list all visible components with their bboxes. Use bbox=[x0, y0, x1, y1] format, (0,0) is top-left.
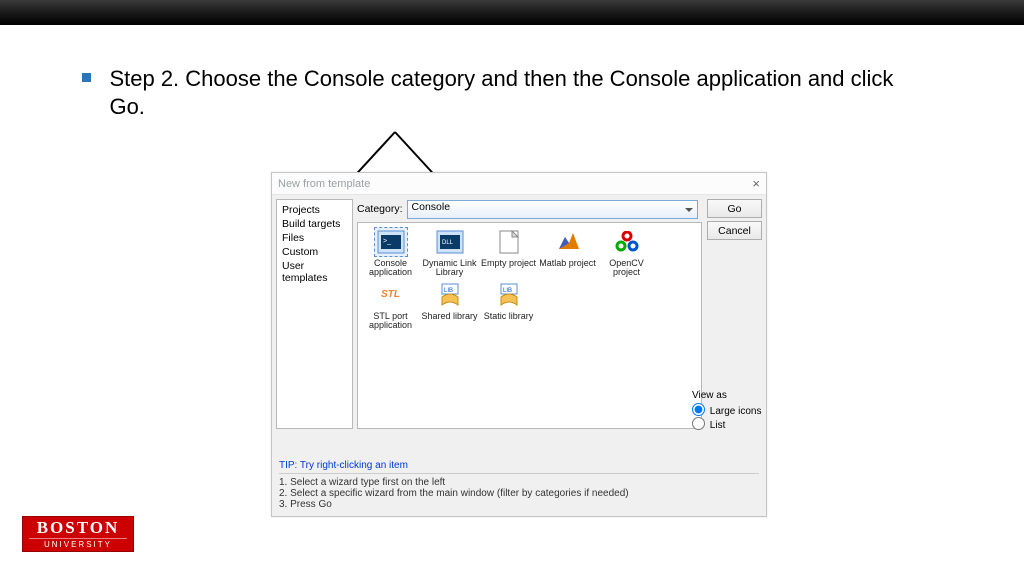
sidebar-item-projects[interactable]: Projects bbox=[282, 203, 347, 217]
stl-icon: STL bbox=[374, 280, 408, 310]
sidebar-item-build-targets[interactable]: Build targets bbox=[282, 217, 347, 231]
dialog-footer: TIP: Try right-clicking an item 1. Selec… bbox=[279, 460, 759, 510]
svg-text:>_: >_ bbox=[383, 238, 391, 245]
svg-text:LIB: LIB bbox=[503, 288, 512, 294]
template-lib-7[interactable]: LIB Static library bbox=[480, 280, 537, 331]
matlab-icon bbox=[551, 227, 585, 257]
footer-step-3: 3. Press Go bbox=[279, 499, 759, 510]
template-label: Shared library bbox=[421, 312, 478, 321]
empty-icon bbox=[492, 227, 526, 257]
template-label: OpenCV project bbox=[598, 259, 655, 278]
wizard-sidebar: Projects Build targets Files Custom User… bbox=[276, 199, 353, 429]
logo-line2: UNIVERSITY bbox=[29, 538, 127, 549]
dll-icon: DLL bbox=[433, 227, 467, 257]
template-label: Static library bbox=[480, 312, 537, 321]
category-label: Category: bbox=[357, 203, 403, 215]
template-label: Matlab project bbox=[539, 259, 596, 268]
step-bullet: Step 2. Choose the Console category and … bbox=[82, 65, 962, 120]
boston-university-logo: BOSTON UNIVERSITY bbox=[22, 516, 134, 552]
category-value: Console bbox=[412, 201, 451, 213]
view-as-list[interactable]: List bbox=[692, 417, 762, 431]
sidebar-item-custom[interactable]: Custom bbox=[282, 245, 347, 259]
logo-line1: BOSTON bbox=[23, 518, 133, 538]
template-stl[interactable]: STL STL port application bbox=[362, 280, 419, 331]
category-select[interactable]: Console bbox=[407, 200, 698, 219]
template-lib-6[interactable]: LIB Shared library bbox=[421, 280, 478, 331]
dialog-titlebar: New from template × bbox=[272, 173, 766, 195]
sidebar-item-files[interactable]: Files bbox=[282, 231, 347, 245]
view-as-large-radio[interactable] bbox=[692, 403, 705, 416]
svg-text:LIB: LIB bbox=[444, 288, 453, 294]
go-button[interactable]: Go bbox=[707, 199, 762, 218]
bullet-square-icon bbox=[82, 73, 91, 82]
view-as-large-icons[interactable]: Large icons bbox=[692, 403, 762, 417]
dialog-title: New from template bbox=[278, 178, 370, 190]
template-empty[interactable]: Empty project bbox=[480, 227, 537, 278]
view-as-heading: View as bbox=[692, 390, 762, 401]
template-label: STL port application bbox=[362, 312, 419, 331]
template-grid: >_ Console application DLL Dynamic Link Lib… bbox=[357, 222, 702, 429]
lib-icon: LIB bbox=[433, 280, 467, 310]
template-matlab[interactable]: Matlab project bbox=[539, 227, 596, 278]
console-icon: >_ bbox=[374, 227, 408, 257]
close-icon[interactable]: × bbox=[752, 176, 760, 191]
new-from-template-dialog: New from template × Go Cancel Projects B… bbox=[271, 172, 767, 517]
footer-step-1: 1. Select a wizard type first on the lef… bbox=[279, 477, 759, 488]
slide-topbar bbox=[0, 0, 1024, 25]
template-dll[interactable]: DLL Dynamic Link Library bbox=[421, 227, 478, 278]
sidebar-item-user-templates[interactable]: User templates bbox=[282, 259, 347, 285]
template-opencv[interactable]: OpenCV project bbox=[598, 227, 655, 278]
template-label: Console application bbox=[362, 259, 419, 278]
svg-text:DLL: DLL bbox=[442, 240, 454, 246]
view-as-list-radio[interactable] bbox=[692, 417, 705, 430]
template-console[interactable]: >_ Console application bbox=[362, 227, 419, 278]
cancel-button[interactable]: Cancel bbox=[707, 221, 762, 240]
tip-text: TIP: Try right-clicking an item bbox=[279, 460, 759, 474]
template-label: Empty project bbox=[480, 259, 537, 268]
opencv-icon bbox=[610, 227, 644, 257]
footer-step-2: 2. Select a specific wizard from the mai… bbox=[279, 488, 759, 499]
step-text: Step 2. Choose the Console category and … bbox=[109, 65, 929, 120]
view-as-panel: View as Large icons List bbox=[692, 390, 762, 431]
lib-icon: LIB bbox=[492, 280, 526, 310]
template-label: Dynamic Link Library bbox=[421, 259, 478, 278]
